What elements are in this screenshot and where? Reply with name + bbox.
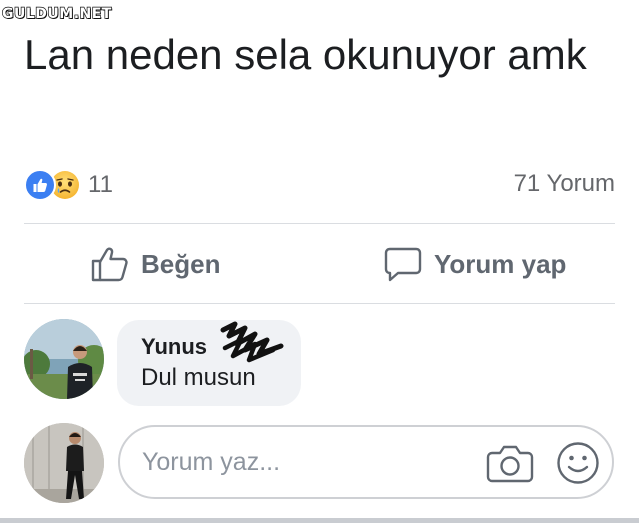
avatar[interactable] <box>24 319 104 399</box>
camera-icon[interactable] <box>486 443 534 483</box>
speech-bubble-icon <box>384 247 422 282</box>
thumbs-up-icon <box>91 247 128 282</box>
current-user-avatar <box>24 423 104 503</box>
comment-composer <box>118 425 614 499</box>
like-button[interactable]: Beğen <box>91 244 220 284</box>
bottom-edge <box>0 518 639 523</box>
comment-button-label: Yorum yap <box>434 248 567 279</box>
post-text: Lan neden sela okunuyor amk <box>24 31 587 78</box>
comment-button[interactable]: Yorum yap <box>384 244 566 284</box>
divider <box>24 223 615 224</box>
reaction-count: 11 <box>88 171 113 198</box>
divider <box>24 303 615 304</box>
like-button-label: Beğen <box>141 248 221 279</box>
site-watermark: GULDUM.NET <box>1 5 112 22</box>
redaction-scribble <box>220 321 284 363</box>
comment-input[interactable] <box>142 445 472 479</box>
comment-text: Dul musun <box>141 364 256 391</box>
like-icon <box>24 169 56 201</box>
reactions-summary[interactable]: 11 <box>24 167 113 203</box>
comment-bubble: Yunus Dul musun <box>117 320 301 406</box>
emoji-icon[interactable] <box>556 441 600 485</box>
comment-count[interactable]: 71 Yorum <box>514 170 615 198</box>
comment-author[interactable]: Yunus <box>141 334 207 360</box>
